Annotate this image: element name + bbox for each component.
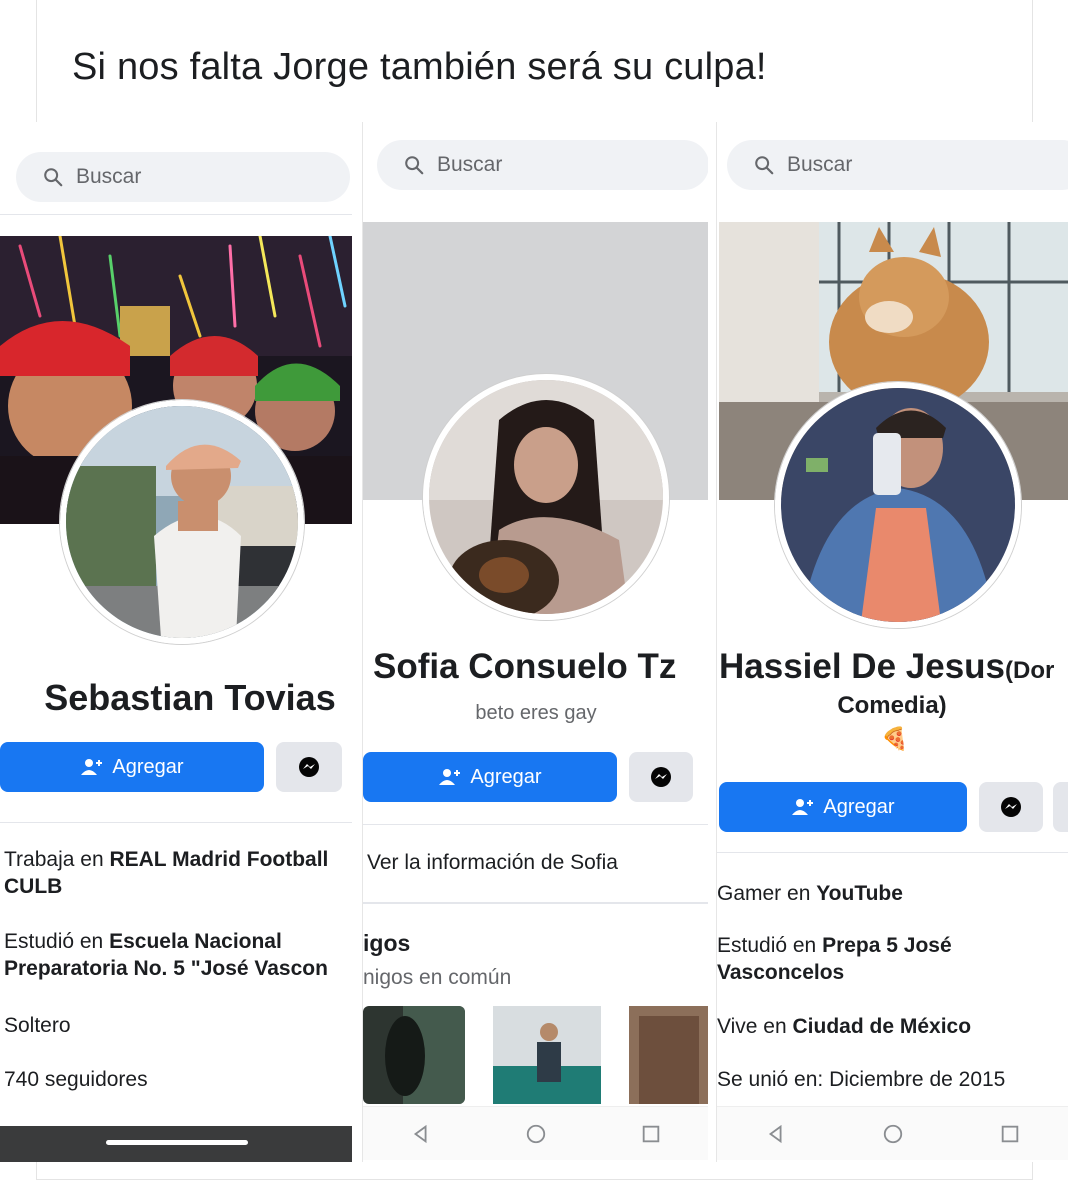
- add-friend-label: Agregar: [823, 795, 895, 818]
- add-friend-icon: [439, 769, 461, 785]
- friends-title: igos: [363, 930, 411, 956]
- add-friend-label: Agregar: [470, 765, 542, 788]
- profile-name-suffix: (Dor: [1005, 657, 1055, 684]
- add-friend-icon: [792, 799, 814, 815]
- info-location: Vive en Ciudad de México: [717, 1015, 972, 1038]
- add-friend-icon: [81, 759, 103, 775]
- search-placeholder: Buscar: [787, 153, 853, 176]
- search-icon: [755, 156, 774, 175]
- divider: [363, 824, 708, 825]
- profile-name-line2: Comedia): [837, 692, 947, 719]
- home-circle-icon[interactable]: [882, 1123, 904, 1145]
- info-education: Estudió en Prepa 5 José Vasconcelos: [717, 934, 952, 984]
- profile-name: Sofia Consuelo Tz: [373, 647, 677, 686]
- mutual-friends-count: nigos en común: [363, 966, 512, 989]
- profile-panel-sebastian: Buscar Sebastian Tovias Agregar Trabaja …: [0, 122, 352, 1162]
- divider: [717, 852, 1068, 853]
- add-friend-button[interactable]: Agregar: [0, 742, 264, 792]
- profile-bio: beto eres gay: [475, 702, 597, 724]
- friend-thumbnail[interactable]: [363, 1006, 465, 1104]
- search-placeholder: Buscar: [76, 165, 142, 188]
- home-indicator[interactable]: [106, 1140, 248, 1145]
- recent-square-icon[interactable]: [999, 1123, 1021, 1145]
- info-relationship: Soltero: [4, 1014, 71, 1037]
- search-icon: [405, 156, 424, 175]
- search-bar[interactable]: Buscar: [16, 152, 350, 202]
- meme-caption: Si nos falta Jorge también será su culpa…: [72, 46, 767, 88]
- profile-name: Hassiel De Jesus(Dor: [719, 647, 1055, 686]
- info-followers: 740 seguidores: [4, 1068, 148, 1091]
- search-icon: [44, 168, 63, 187]
- home-circle-icon[interactable]: [525, 1123, 547, 1145]
- messenger-button[interactable]: [979, 782, 1043, 832]
- info-work: Gamer en YouTube: [717, 882, 903, 905]
- see-info-link[interactable]: Ver la información de Sofia: [367, 849, 618, 876]
- add-friend-label: Agregar: [112, 755, 184, 778]
- recent-square-icon[interactable]: [640, 1123, 662, 1145]
- divider: [0, 214, 352, 215]
- messenger-button[interactable]: [629, 752, 693, 802]
- messenger-button[interactable]: [276, 742, 342, 792]
- search-bar[interactable]: Buscar: [727, 140, 1068, 190]
- android-nav-bar: [717, 1106, 1068, 1160]
- profile-name: Sebastian Tovias: [44, 677, 336, 718]
- friend-thumbnail[interactable]: [629, 1006, 708, 1104]
- system-nav-bar: [0, 1126, 352, 1162]
- profile-picture[interactable]: [775, 382, 1021, 628]
- friend-thumbnail[interactable]: [493, 1006, 601, 1104]
- profile-picture[interactable]: [60, 400, 304, 644]
- search-bar[interactable]: Buscar: [377, 140, 708, 190]
- back-triangle-icon[interactable]: [410, 1123, 432, 1145]
- back-triangle-icon[interactable]: [765, 1123, 787, 1145]
- info-work: Trabaja en REAL Madrid Football CULB: [4, 848, 329, 898]
- add-friend-button[interactable]: Agregar: [363, 752, 617, 802]
- divider: [363, 902, 708, 904]
- android-nav-bar: [363, 1106, 708, 1160]
- profile-panel-sofia: Buscar Sofia Consuelo Tz beto eres gay A…: [362, 122, 708, 1162]
- messenger-icon: [1001, 797, 1021, 817]
- info-education: Estudió en Escuela Nacional Preparatoria…: [4, 930, 328, 980]
- profile-picture[interactable]: [423, 374, 669, 620]
- info-joined: Se unió en: Diciembre de 2015: [717, 1068, 1006, 1091]
- messenger-icon: [651, 767, 671, 787]
- profile-panel-hassiel: Buscar Hassiel De Jesus(Dor Comedia) 🍕 A…: [716, 122, 1068, 1162]
- add-friend-button[interactable]: Agregar: [719, 782, 967, 832]
- divider: [0, 822, 352, 823]
- search-placeholder: Buscar: [437, 153, 503, 176]
- profile-bio-emoji: 🍕: [881, 726, 909, 751]
- more-button[interactable]: [1053, 782, 1068, 832]
- messenger-icon: [299, 757, 319, 777]
